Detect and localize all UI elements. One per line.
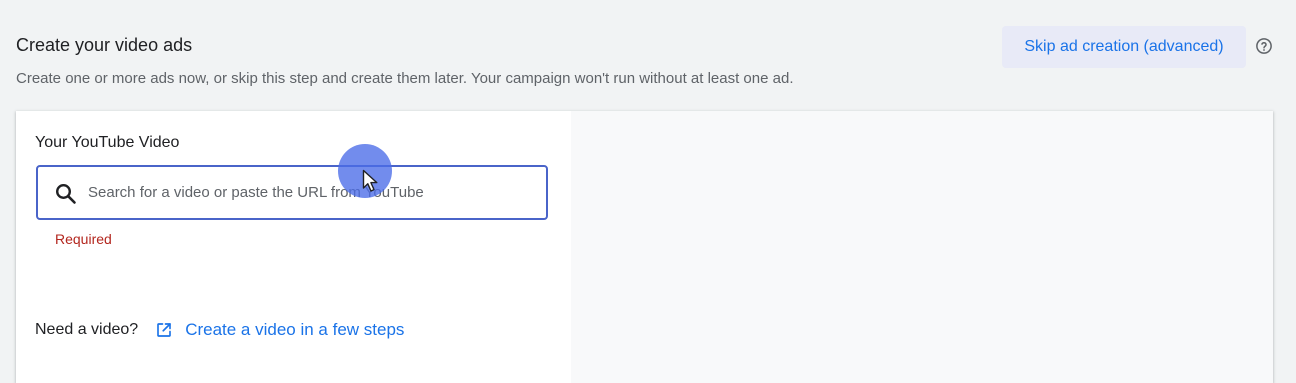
skip-ad-creation-button[interactable]: Skip ad creation (advanced) [1002,26,1246,68]
create-video-link[interactable]: Create a video in a few steps [185,320,404,340]
video-field-label: Your YouTube Video [35,134,180,151]
mouse-pointer-icon [362,169,378,192]
page-title: Create your video ads [16,35,193,55]
video-search-box[interactable] [36,165,548,220]
ad-creation-panel: Your YouTube Video Required Need a video… [16,111,1273,383]
search-icon [55,183,76,204]
need-video-row: Need a video? Create a video in a few st… [35,319,404,341]
help-circle-icon[interactable] [1255,37,1273,55]
video-search-input[interactable] [88,167,528,218]
open-in-new-icon[interactable] [155,321,173,339]
required-error-text: Required [55,231,112,247]
skip-ad-creation-label: Skip ad creation (advanced) [1024,38,1224,55]
video-card: Your YouTube Video Required Need a video… [16,111,571,383]
page-subtitle: Create one or more ads now, or skip this… [16,70,794,87]
need-video-text: Need a video? [35,321,139,338]
